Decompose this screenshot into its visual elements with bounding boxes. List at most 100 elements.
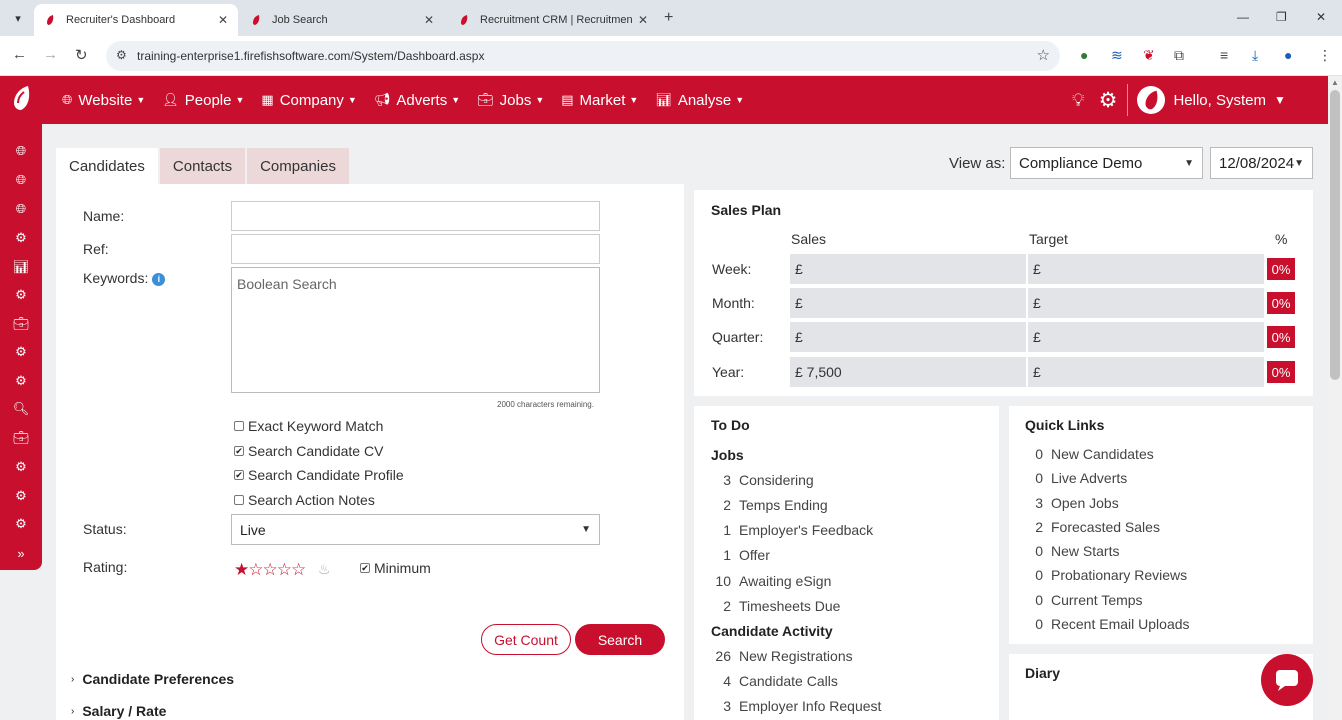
- star-filled-icon[interactable]: ★: [234, 560, 249, 580]
- lightbulb-icon[interactable]: 💡︎: [1072, 90, 1085, 111]
- browser-tab-dashboard[interactable]: Recruiter's Dashboard ✕: [34, 4, 238, 36]
- quick-link-item[interactable]: 0 New Candidates: [1023, 446, 1154, 462]
- star-empty-icon[interactable]: ☆: [291, 560, 306, 580]
- date-select[interactable]: 12/08/2024 ▼: [1210, 147, 1313, 179]
- chat-button[interactable]: [1261, 654, 1313, 706]
- todo-item[interactable]: 2 Timesheets Due: [711, 598, 840, 614]
- close-tab-icon[interactable]: ✕: [638, 13, 648, 27]
- quick-link-item[interactable]: 3 Open Jobs: [1023, 495, 1119, 511]
- quick-link-item[interactable]: 0 Probationary Reviews: [1023, 567, 1187, 583]
- search-icon[interactable]: 🔍︎: [13, 401, 30, 417]
- user-greeting[interactable]: Hello, System: [1173, 92, 1266, 109]
- close-tab-icon[interactable]: ✕: [424, 13, 434, 27]
- search-action-notes-checkbox[interactable]: Search Action Notes: [234, 492, 375, 508]
- keywords-textarea[interactable]: Boolean Search: [231, 267, 600, 393]
- minimum-checkbox[interactable]: ✔ Minimum: [360, 560, 431, 576]
- menu-jobs[interactable]: 💼︎ Jobs ▼: [477, 92, 544, 109]
- tab-companies[interactable]: Companies: [247, 148, 349, 184]
- todo-item[interactable]: 3 Considering: [711, 472, 814, 488]
- scrollbar-thumb[interactable]: [1330, 90, 1340, 380]
- extension-icon[interactable]: ≋: [1111, 47, 1123, 64]
- tab-candidates[interactable]: Candidates: [56, 148, 158, 184]
- puzzle-extensions-icon[interactable]: ⧉: [1174, 47, 1184, 64]
- site-settings-icon[interactable]: ⚙: [116, 48, 127, 62]
- menu-analyse[interactable]: 📊︎ Analyse ▼: [655, 92, 744, 109]
- quick-link-item[interactable]: 0 New Starts: [1023, 543, 1119, 559]
- address-bar[interactable]: ⚙ training-enterprise1.firefishsoftware.…: [106, 41, 1060, 71]
- minimize-icon[interactable]: —: [1237, 10, 1249, 24]
- tab-list-button[interactable]: ▾: [8, 8, 28, 28]
- exact-keyword-match-checkbox[interactable]: Exact Keyword Match: [234, 418, 383, 434]
- firefish-extension-icon[interactable]: ❦: [1143, 47, 1155, 64]
- download-icon[interactable]: ⤓: [1252, 47, 1258, 64]
- globe-icon[interactable]: 🌐︎: [13, 201, 29, 217]
- menu-company[interactable]: ▦ Company ▼: [261, 92, 356, 109]
- bookmark-star-icon[interactable]: ☆: [1037, 46, 1050, 64]
- reload-icon[interactable]: ↻: [75, 46, 88, 64]
- gear-icon[interactable]: ⚙: [13, 344, 29, 360]
- media-control-icon[interactable]: ≡: [1220, 47, 1228, 63]
- todo-item[interactable]: 2 Temps Ending: [711, 497, 828, 513]
- maximize-icon[interactable]: ❐: [1276, 10, 1287, 24]
- expand-sidebar-icon[interactable]: »: [13, 545, 29, 561]
- checkbox-box[interactable]: [234, 495, 244, 505]
- checkbox-box[interactable]: ✔: [360, 563, 370, 573]
- chevron-down-icon[interactable]: ▼: [1274, 93, 1286, 107]
- firefish-logo-icon[interactable]: [10, 84, 32, 112]
- menu-market[interactable]: ▤ Market ▼: [561, 92, 638, 109]
- accordion-candidate-preferences[interactable]: › Candidate Preferences: [71, 671, 234, 687]
- browser-tab-job-search[interactable]: Job Search ✕: [240, 4, 444, 36]
- activity-item[interactable]: 4 Candidate Calls: [711, 673, 838, 689]
- page-scrollbar[interactable]: ▲: [1328, 76, 1342, 720]
- new-tab-icon[interactable]: +: [664, 9, 673, 27]
- gear-icon[interactable]: ⚙: [13, 230, 29, 246]
- gear-icon[interactable]: ⚙: [13, 488, 29, 504]
- browser-menu-icon[interactable]: ⋮: [1318, 47, 1332, 64]
- briefcase-icon[interactable]: 💼︎: [13, 430, 30, 446]
- search-candidate-cv-checkbox[interactable]: ✔ Search Candidate CV: [234, 443, 383, 459]
- search-candidate-profile-checkbox[interactable]: ✔ Search Candidate Profile: [234, 467, 404, 483]
- back-icon[interactable]: ←: [12, 46, 27, 63]
- star-empty-icon[interactable]: ☆: [263, 560, 278, 580]
- gear-icon[interactable]: ⚙: [13, 516, 29, 532]
- profile-icon[interactable]: ●: [1284, 47, 1292, 63]
- scroll-up-icon[interactable]: ▲: [1331, 78, 1339, 87]
- info-icon[interactable]: i: [152, 272, 166, 286]
- close-window-icon[interactable]: ✕: [1316, 10, 1326, 24]
- menu-adverts[interactable]: 📢︎ Adverts ▼: [374, 92, 460, 109]
- activity-item[interactable]: 3 Employer Info Request: [711, 698, 881, 714]
- chart-icon[interactable]: 📊︎: [13, 259, 30, 275]
- name-input[interactable]: [231, 201, 600, 231]
- menu-website[interactable]: 🌐︎ Website ▼: [62, 92, 145, 109]
- settings-gear-icon[interactable]: ⚙: [1099, 88, 1118, 113]
- forward-icon[interactable]: →: [43, 46, 58, 63]
- quick-link-item[interactable]: 2 Forecasted Sales: [1023, 519, 1160, 535]
- menu-people[interactable]: 👤︎ People ▼: [162, 92, 244, 109]
- checkbox-box[interactable]: ✔: [234, 470, 244, 480]
- gear-icon[interactable]: ⚙: [13, 373, 29, 389]
- search-button[interactable]: Search: [575, 624, 665, 655]
- tab-contacts[interactable]: Contacts: [159, 148, 246, 184]
- todo-item[interactable]: 1 Offer: [711, 547, 770, 563]
- activity-item[interactable]: 26 New Registrations: [711, 648, 852, 664]
- flame-icon[interactable]: ♨: [318, 561, 331, 578]
- briefcase-icon[interactable]: 💼︎: [13, 316, 30, 332]
- gear-icon[interactable]: ⚙: [13, 287, 29, 303]
- gear-icon[interactable]: ⚙: [13, 459, 29, 475]
- status-select[interactable]: Live ▼: [231, 514, 600, 545]
- extension-icon[interactable]: ●: [1080, 47, 1088, 63]
- star-empty-icon[interactable]: ☆: [248, 560, 263, 580]
- rating-stars[interactable]: ★ ☆ ☆ ☆ ☆: [234, 560, 306, 580]
- checkbox-box[interactable]: ✔: [234, 446, 244, 456]
- globe-icon[interactable]: 🌐︎: [13, 172, 29, 188]
- globe-icon[interactable]: 🌐︎: [13, 143, 29, 159]
- browser-tab-crm[interactable]: Recruitment CRM | Recruitment ✕: [448, 4, 658, 36]
- get-count-button[interactable]: Get Count: [481, 624, 571, 655]
- ref-input[interactable]: [231, 234, 600, 264]
- quick-link-item[interactable]: 0 Recent Email Uploads: [1023, 616, 1189, 632]
- todo-item[interactable]: 10 Awaiting eSign: [711, 573, 831, 589]
- close-tab-icon[interactable]: ✕: [218, 13, 228, 27]
- quick-link-item[interactable]: 0 Current Temps: [1023, 592, 1142, 608]
- avatar[interactable]: [1137, 86, 1166, 114]
- accordion-salary-rate[interactable]: › Salary / Rate: [71, 703, 166, 719]
